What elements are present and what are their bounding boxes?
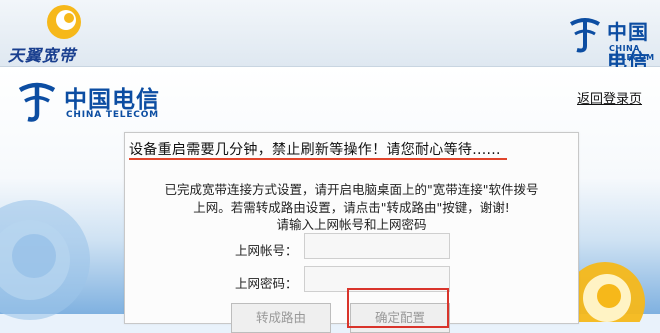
tianyi-swirl-icon <box>47 5 81 39</box>
china-telecom-logo-main: 中国电信 CHINA TELECOM <box>14 78 184 126</box>
restart-notice: 设备重启需要几分钟，禁止刷新等操作！请您耐心等待...... <box>129 142 501 158</box>
china-telecom-logo-top: 中国电信 CHINA TELECOM <box>565 14 660 73</box>
top-banner: 天翼宽带 中国电信 CHINA TELECOM <box>0 0 660 73</box>
return-to-login-link[interactable]: 返回登录页 <box>577 88 642 107</box>
decorative-swirl-left <box>0 200 90 320</box>
instruction-line-1: 已完成宽带连接方式设置，请开启电脑桌面上的"宽带连接"软件拨号 <box>164 182 539 197</box>
account-input[interactable] <box>304 233 450 259</box>
china-telecom-emblem-icon <box>570 18 600 53</box>
confirm-button-highlight <box>347 288 449 328</box>
password-label: 上网密码： <box>235 276 298 291</box>
china-telecom-emblem-icon <box>18 82 56 122</box>
instruction-line-3: 请输入上网帐号和上网密码 <box>276 217 427 232</box>
tianyi-brand-text: 天翼宽带 <box>8 46 77 65</box>
switch-router-button[interactable]: 转成路由 <box>231 303 331 333</box>
telecom-en-text: CHINA TELECOM <box>609 44 655 62</box>
telecom-cn-text: 中国电信 <box>64 87 160 113</box>
account-label: 上网帐号： <box>235 243 298 258</box>
tianyi-broadband-logo: 天翼宽带 <box>4 2 114 65</box>
notice-underline <box>129 158 507 160</box>
telecom-en-text: CHINA TELECOM <box>66 110 159 120</box>
